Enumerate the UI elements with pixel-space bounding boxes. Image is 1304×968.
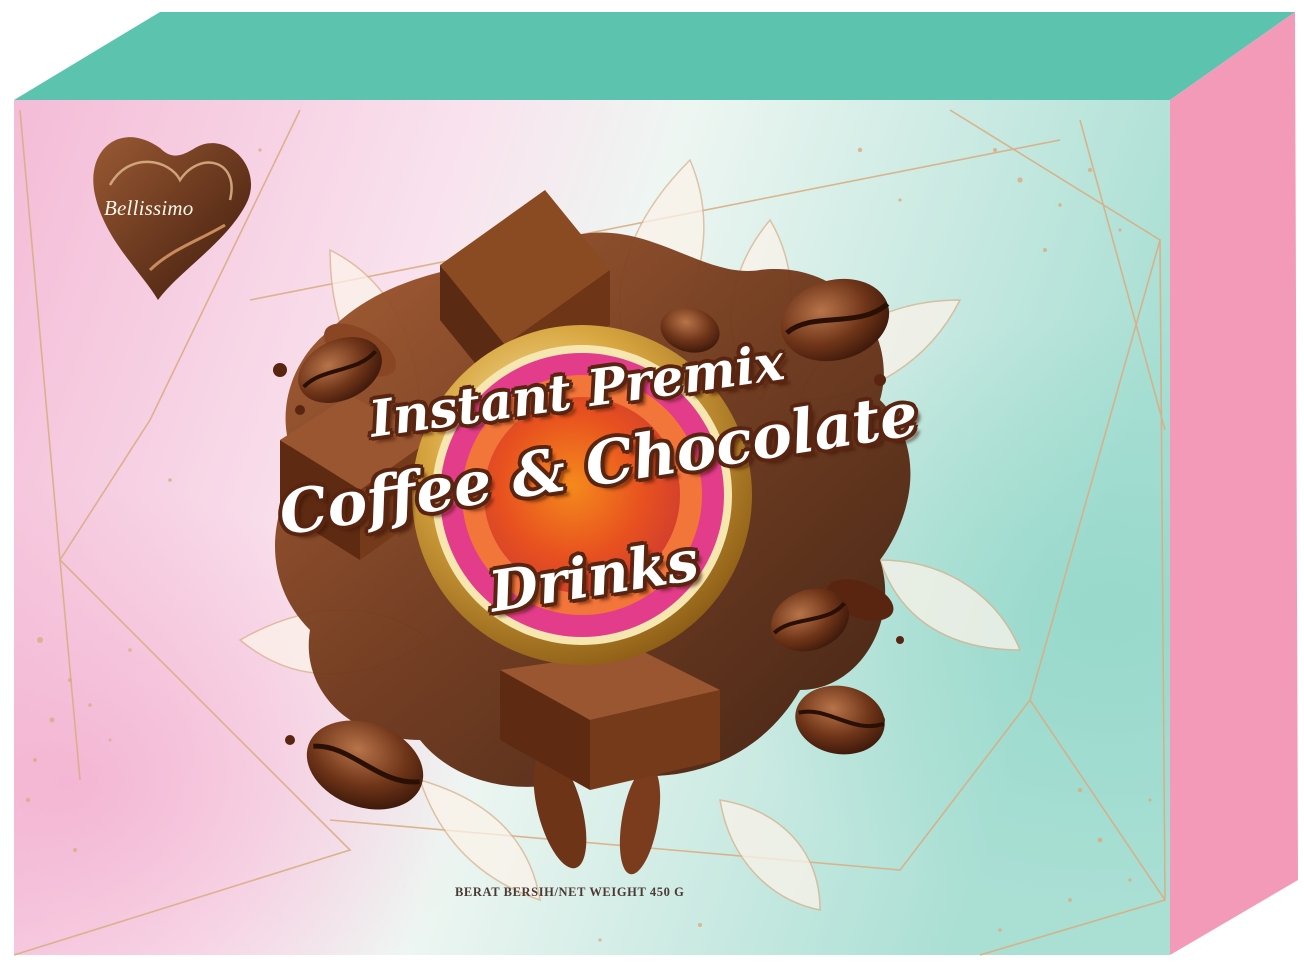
medallion-icon [412,325,752,665]
net-weight-label: BERAT BERSIH/NET WEIGHT 450 G [455,885,685,899]
box-side [1170,12,1298,955]
box-top [14,12,1295,100]
box-artwork [13,12,1298,956]
brand-logo-text: Bellissimo [104,196,194,220]
product-box: Bellissimo Instant Premix Coffee & Choco… [0,0,1304,968]
